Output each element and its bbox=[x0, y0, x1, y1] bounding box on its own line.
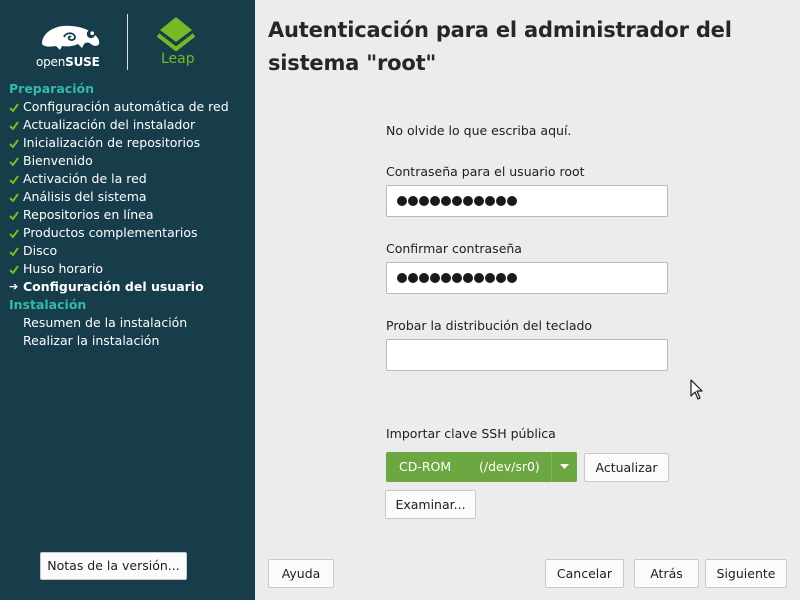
leap-wordmark: Leap bbox=[161, 51, 195, 67]
password-dot bbox=[441, 273, 451, 283]
password-dot bbox=[463, 273, 473, 283]
opensuse-logo: openSUSE bbox=[36, 20, 106, 69]
chevron-down-icon[interactable] bbox=[551, 452, 577, 482]
password-dot bbox=[430, 273, 440, 283]
check-icon bbox=[9, 210, 23, 220]
opensuse-chameleon-icon bbox=[42, 25, 100, 50]
check-icon bbox=[9, 264, 23, 274]
refresh-button[interactable]: Actualizar bbox=[584, 453, 669, 482]
password-dot bbox=[474, 273, 484, 283]
password-mask bbox=[397, 186, 517, 216]
step-item: Productos complementarios bbox=[9, 224, 249, 242]
step-item: Repositorios en línea bbox=[9, 206, 249, 224]
step-label: Análisis del sistema bbox=[23, 189, 147, 204]
help-button[interactable]: Ayuda bbox=[268, 559, 334, 588]
step-item: Huso horario bbox=[9, 260, 249, 278]
password-dot bbox=[430, 196, 440, 206]
step-item: Actualización del instalador bbox=[9, 116, 249, 134]
browse-button[interactable]: Examinar... bbox=[385, 490, 476, 519]
step-label: Disco bbox=[23, 243, 58, 258]
step-item: Resumen de la instalación bbox=[9, 314, 249, 332]
step-item-current: ➔ Configuración del usuario bbox=[9, 278, 249, 296]
password-dot bbox=[397, 196, 407, 206]
password-dot bbox=[441, 196, 451, 206]
check-icon bbox=[9, 192, 23, 202]
next-button[interactable]: Siguiente bbox=[705, 559, 787, 588]
password-dot bbox=[408, 196, 418, 206]
sidebar: openSUSE Leap Preparación Configuración … bbox=[0, 0, 255, 600]
step-label: Resumen de la instalación bbox=[23, 315, 188, 330]
step-item: Bienvenido bbox=[9, 152, 249, 170]
leap-diamond-icon bbox=[156, 17, 196, 51]
password-dot bbox=[496, 196, 506, 206]
step-label: Activación de la red bbox=[23, 171, 147, 186]
step-label: Configuración del usuario bbox=[23, 279, 204, 294]
password-dot bbox=[496, 273, 506, 283]
ssh-device-select[interactable]: CD-ROM (/dev/sr0) bbox=[386, 452, 577, 482]
page-title: Autenticación para el administrador del … bbox=[268, 18, 732, 75]
confirm-password-label: Confirmar contraseña bbox=[386, 241, 522, 256]
main-panel: Autenticación para el administrador del … bbox=[255, 0, 800, 600]
password-dot bbox=[408, 273, 418, 283]
step-label: Realizar la instalación bbox=[23, 333, 160, 348]
section-title-installation: Instalación bbox=[9, 297, 87, 312]
step-label: Repositorios en línea bbox=[23, 207, 154, 222]
password-label: Contraseña para el usuario root bbox=[386, 164, 585, 179]
password-dot bbox=[397, 273, 407, 283]
warning-note: No olvide lo que escriba aquí. bbox=[386, 123, 572, 138]
check-icon bbox=[9, 156, 23, 166]
step-item: Inicialización de repositorios bbox=[9, 134, 249, 152]
check-icon bbox=[9, 246, 23, 256]
password-dot bbox=[507, 196, 517, 206]
confirm-password-mask bbox=[397, 263, 517, 293]
password-field[interactable] bbox=[386, 185, 668, 217]
check-icon bbox=[9, 138, 23, 148]
installation-steps: Preparación Configuración automática de … bbox=[9, 80, 249, 350]
step-item: Disco bbox=[9, 242, 249, 260]
back-button[interactable]: Atrás bbox=[634, 559, 699, 588]
step-item: Realizar la instalación bbox=[9, 332, 249, 350]
step-label: Inicialización de repositorios bbox=[23, 135, 201, 150]
check-icon bbox=[9, 102, 23, 112]
step-item: Activación de la red bbox=[9, 170, 249, 188]
step-label: Actualización del instalador bbox=[23, 117, 196, 132]
password-dot bbox=[452, 273, 462, 283]
keyboard-test-label: Probar la distribución del teclado bbox=[386, 318, 593, 333]
password-dot bbox=[419, 196, 429, 206]
cancel-button[interactable]: Cancelar bbox=[545, 559, 624, 588]
step-label: Huso horario bbox=[23, 261, 104, 276]
password-dot bbox=[474, 196, 484, 206]
step-item: Configuración automática de red bbox=[9, 98, 249, 116]
step-label: Configuración automática de red bbox=[23, 99, 229, 114]
check-icon bbox=[9, 228, 23, 238]
password-dot bbox=[485, 196, 495, 206]
ssh-key-label: Importar clave SSH pública bbox=[386, 426, 556, 441]
mouse-cursor-icon bbox=[690, 379, 703, 400]
release-notes-button[interactable]: Notas de la versión... bbox=[40, 552, 187, 580]
check-icon bbox=[9, 174, 23, 184]
check-icon bbox=[9, 120, 23, 130]
confirm-password-field[interactable] bbox=[386, 262, 668, 294]
step-label: Bienvenido bbox=[23, 153, 93, 168]
password-dot bbox=[463, 196, 473, 206]
section-title-preparation: Preparación bbox=[9, 81, 94, 96]
password-dot bbox=[485, 273, 495, 283]
password-dot bbox=[507, 273, 517, 283]
arrow-right-icon: ➔ bbox=[9, 280, 19, 293]
leap-logo: Leap bbox=[155, 16, 201, 68]
password-dot bbox=[452, 196, 462, 206]
password-dot bbox=[419, 273, 429, 283]
keyboard-test-field[interactable] bbox=[386, 339, 668, 371]
ssh-device-label: CD-ROM bbox=[399, 459, 452, 474]
opensuse-wordmark: openSUSE bbox=[36, 55, 100, 69]
ssh-device-path: (/dev/sr0) bbox=[479, 459, 540, 474]
step-label: Productos complementarios bbox=[23, 225, 198, 240]
step-item: Análisis del sistema bbox=[9, 188, 249, 206]
logo-divider bbox=[127, 14, 128, 70]
